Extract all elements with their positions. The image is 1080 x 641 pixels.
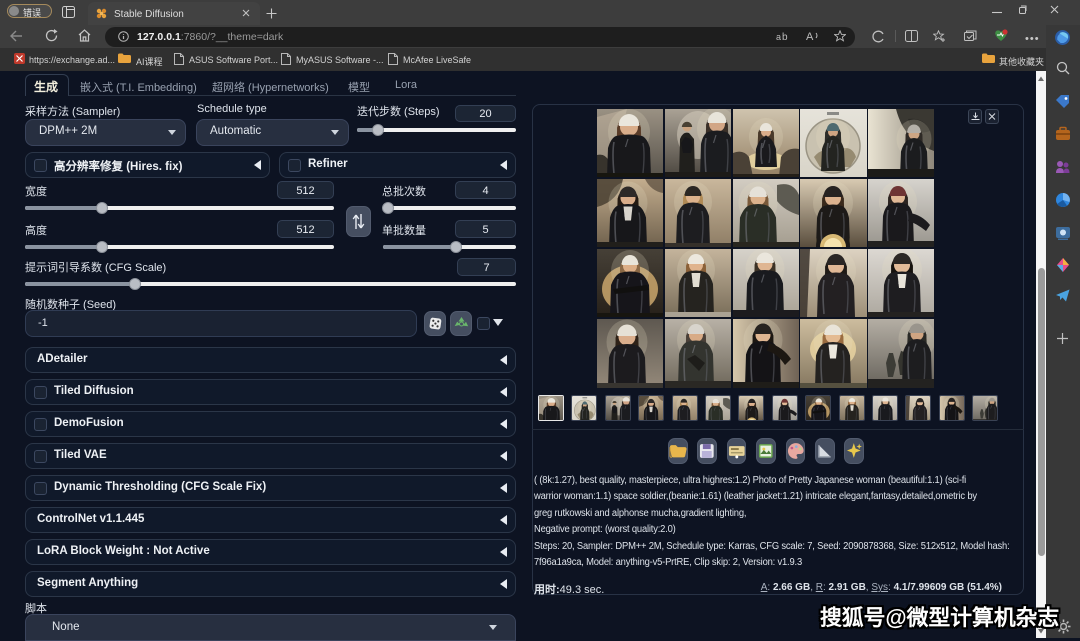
- svg-text:b: b: [782, 32, 788, 42]
- svg-text:a: a: [776, 32, 781, 42]
- svg-text:A: A: [806, 31, 814, 42]
